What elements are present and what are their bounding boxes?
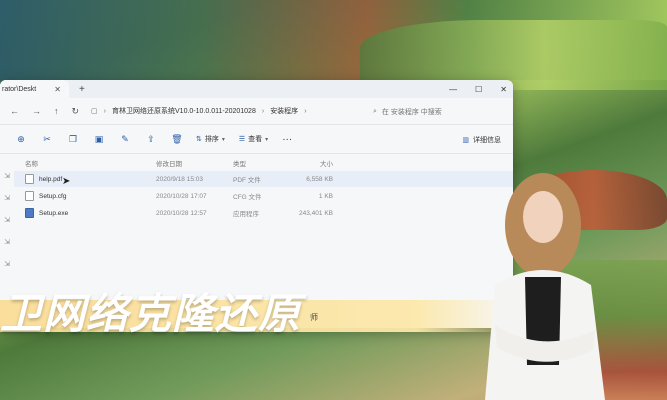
- command-bar: ⊕ ✂ ❐ ▣ ✎ ⇪ 🗑 ⇅ 排序 ▾ ☰ 查看 ▾ ··· ▥ 详细信息: [0, 125, 513, 154]
- file-size: 6,558 KB: [306, 175, 333, 183]
- file-icon: [25, 191, 34, 201]
- file-size: 243,401 KB: [299, 209, 333, 217]
- more-button[interactable]: ···: [282, 134, 292, 145]
- address-bar: ← → ↑ ↻ ▢ › 育林卫网络还原系统V10.0-10.0.011-2020…: [0, 98, 513, 125]
- pin-icon[interactable]: ⇲: [4, 238, 10, 246]
- view-button[interactable]: ☰ 查看 ▾: [239, 134, 268, 144]
- pin-icon[interactable]: ⇲: [4, 172, 10, 180]
- details-button[interactable]: ▥ 详细信息: [462, 132, 501, 148]
- new-icon[interactable]: ⊕: [8, 134, 34, 145]
- breadcrumb-item[interactable]: 安装程序: [270, 106, 298, 116]
- pin-icon[interactable]: ⇲: [4, 194, 10, 202]
- view-icon: ☰: [238, 136, 246, 143]
- sort-icon: ⇅: [196, 136, 202, 143]
- nav-pane: ⇲ ⇲ ⇲ ⇲ ⇲: [0, 154, 14, 268]
- back-icon[interactable]: ←: [10, 106, 19, 117]
- chevron-down-icon: ▾: [265, 136, 269, 143]
- file-date: 2020/9/18 15:03: [156, 175, 203, 183]
- copy-icon[interactable]: ❐: [60, 134, 86, 145]
- table-row[interactable]: help.pdf 2020/9/18 15:03 PDF 文件 6,558 KB: [14, 171, 513, 187]
- paste-icon[interactable]: ▣: [86, 134, 112, 145]
- up-icon[interactable]: ↑: [54, 106, 59, 117]
- chevron-down-icon: ▾: [221, 136, 225, 143]
- breadcrumb[interactable]: ▢ › 育林卫网络还原系统V10.0-10.0.011-20201028 › 安…: [91, 102, 306, 120]
- caption-title: 卫网络克隆还原: [0, 289, 302, 338]
- presenter-figure: [485, 173, 605, 400]
- pin-icon[interactable]: ⇲: [4, 260, 10, 268]
- view-label: 查看: [248, 136, 263, 143]
- delete-icon[interactable]: 🗑: [164, 134, 190, 145]
- column-date[interactable]: 修改日期: [156, 158, 233, 168]
- column-size[interactable]: 大小: [293, 158, 333, 168]
- search-placeholder: 在 安装程序 中搜索: [381, 109, 442, 116]
- file-icon: [25, 208, 34, 218]
- caption-subtitle: 师: [310, 313, 318, 322]
- file-icon: [25, 174, 34, 184]
- breadcrumb-item[interactable]: 育林卫网络还原系统V10.0-10.0.011-20201028: [112, 106, 256, 116]
- forward-icon[interactable]: →: [32, 106, 41, 117]
- file-type: CFG 文件: [233, 194, 262, 201]
- file-name: help.pdf: [39, 175, 63, 183]
- tab-title: rator\Deskt: [2, 85, 37, 93]
- file-type: PDF 文件: [233, 177, 261, 184]
- file-date: 2020/10/28 17:07: [156, 192, 207, 200]
- file-list: 名称 修改日期 类型 大小 help.pdf 2020/9/18 15:03 P…: [14, 154, 513, 268]
- table-row[interactable]: Setup.exe 2020/10/28 12:57 应用程序 243,401 …: [14, 205, 513, 221]
- title-bar: rator\Deskt ✕ + — ☐ ✕: [0, 80, 513, 98]
- details-label: 详细信息: [473, 137, 501, 144]
- cut-icon[interactable]: ✂: [34, 134, 60, 145]
- close-icon[interactable]: ✕: [500, 85, 507, 94]
- rename-icon[interactable]: ✎: [112, 134, 138, 145]
- mouse-cursor-icon: ➤: [62, 176, 71, 187]
- presenter-face: [523, 191, 563, 243]
- explorer-tab[interactable]: rator\Deskt ✕: [0, 80, 69, 98]
- minimize-icon[interactable]: —: [449, 85, 457, 94]
- file-date: 2020/10/28 12:57: [156, 209, 207, 217]
- search-input[interactable]: ⌕ 在 安装程序 中搜索: [373, 104, 501, 120]
- file-name: Setup.cfg: [39, 192, 67, 200]
- close-icon[interactable]: ✕: [54, 85, 61, 94]
- table-row[interactable]: Setup.cfg 2020/10/28 17:07 CFG 文件 1 KB: [14, 188, 513, 204]
- file-type: 应用程序: [233, 211, 259, 218]
- details-icon: ▥: [462, 137, 469, 144]
- folder-icon: ▢: [91, 108, 98, 115]
- search-icon: ⌕: [373, 108, 377, 115]
- pin-icon[interactable]: ⇲: [4, 216, 10, 224]
- sort-button[interactable]: ⇅ 排序 ▾: [196, 134, 225, 144]
- column-type[interactable]: 类型: [233, 158, 293, 168]
- column-name[interactable]: 名称: [14, 158, 156, 168]
- refresh-icon[interactable]: ↻: [72, 106, 80, 117]
- sort-label: 排序: [204, 136, 219, 143]
- file-size: 1 KB: [318, 192, 333, 200]
- file-name: Setup.exe: [39, 209, 69, 217]
- new-tab-button[interactable]: +: [79, 84, 85, 95]
- share-icon[interactable]: ⇪: [138, 134, 164, 145]
- column-headers: 名称 修改日期 类型 大小: [14, 156, 513, 170]
- maximize-icon[interactable]: ☐: [475, 85, 482, 94]
